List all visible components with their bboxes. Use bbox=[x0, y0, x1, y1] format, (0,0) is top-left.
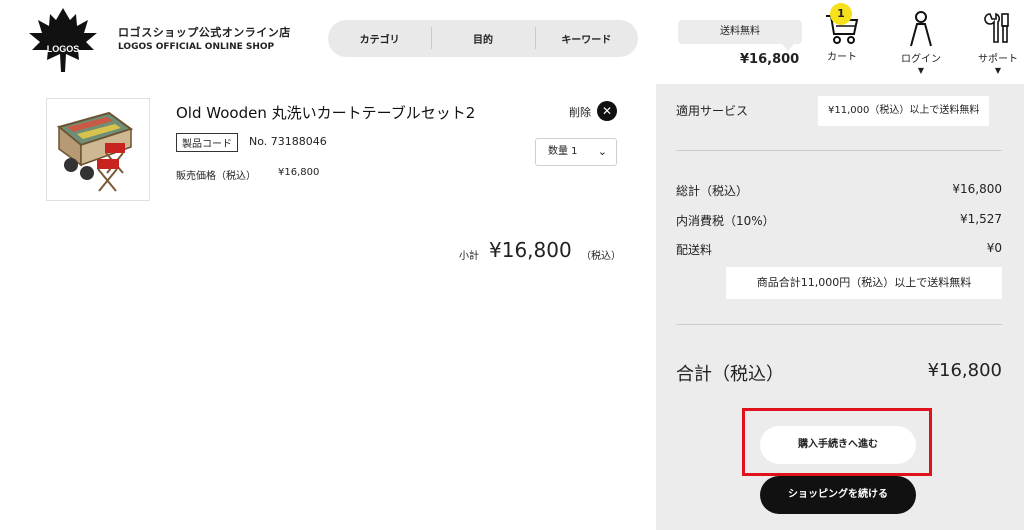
subtotal-label: 小計 bbox=[459, 251, 479, 262]
logos-logo[interactable]: LOGOS bbox=[26, 6, 100, 74]
service-label: 適用サービス bbox=[676, 104, 749, 118]
total-label: 総計（税込） bbox=[676, 184, 749, 198]
cart-label: カート bbox=[827, 52, 857, 63]
quantity-value: 数量 1 bbox=[548, 146, 578, 157]
delete-link[interactable]: 削除 bbox=[569, 104, 591, 120]
tax-label: 内消費税（10%） bbox=[676, 214, 775, 228]
grand-total-label: 合計（税込） bbox=[676, 364, 784, 385]
header-support-link[interactable]: サポート ▼ bbox=[968, 8, 1024, 75]
main-nav: カテゴリ 目的 キーワード bbox=[328, 20, 638, 57]
quantity-select[interactable]: 数量 1 ⌄ bbox=[535, 138, 617, 166]
shipping-value: ¥0 bbox=[986, 241, 1002, 255]
subtotal-tax-note: （税込） bbox=[581, 251, 621, 262]
close-icon[interactable]: ✕ bbox=[597, 101, 617, 121]
header-cart-total: ¥16,800 bbox=[740, 52, 800, 67]
tax-value: ¥1,527 bbox=[960, 212, 1002, 226]
person-icon bbox=[891, 8, 951, 48]
product-code-tag: 製品コード bbox=[176, 133, 238, 152]
shop-name-ja: ロゴスショップ公式オンライン店 bbox=[118, 26, 291, 39]
continue-shopping-button[interactable]: ショッピングを続ける bbox=[760, 476, 916, 514]
nav-purpose[interactable]: 目的 bbox=[431, 27, 534, 49]
checkout-button[interactable]: 購入手続きへ進む bbox=[760, 426, 916, 464]
product-code-number: No. 73188046 bbox=[249, 135, 327, 148]
support-caret: ▼ bbox=[994, 66, 1002, 75]
product-thumbnail[interactable] bbox=[46, 98, 150, 201]
order-summary-panel: 適用サービス ¥11,000（税込）以上で送料無料 総計（税込） ¥16,800… bbox=[656, 84, 1024, 530]
service-note: ¥11,000（税込）以上で送料無料 bbox=[818, 96, 990, 126]
header-login-link[interactable]: ログイン ▼ bbox=[891, 8, 951, 75]
shop-name-en: LOGOS OFFICIAL ONLINE SHOP bbox=[118, 42, 275, 52]
shipping-label: 配送料 bbox=[676, 243, 713, 257]
grand-total-value: ¥16,800 bbox=[927, 360, 1002, 381]
total-value: ¥16,800 bbox=[952, 182, 1002, 196]
chevron-down-icon: ⌄ bbox=[597, 145, 607, 158]
support-label: サポート bbox=[978, 54, 1018, 65]
nav-category[interactable]: カテゴリ bbox=[328, 31, 431, 46]
price-value: ¥16,800 bbox=[278, 167, 320, 178]
divider bbox=[676, 324, 1002, 325]
login-label: ログイン bbox=[901, 54, 941, 65]
product-name[interactable]: Old Wooden 丸洗いカートテーブルセット2 bbox=[176, 102, 475, 123]
nav-keyword[interactable]: キーワード bbox=[534, 27, 638, 49]
logo-text: LOGOS bbox=[47, 44, 80, 54]
cart-count-badge: 1 bbox=[830, 3, 852, 25]
divider bbox=[676, 150, 1002, 151]
login-caret: ▼ bbox=[917, 66, 925, 75]
shipping-note: 商品合計11,000円（税込）以上で送料無料 bbox=[726, 267, 1002, 299]
subtotal-value: ¥16,800 bbox=[489, 238, 572, 262]
free-shipping-badge: 送料無料 bbox=[678, 20, 802, 51]
tools-icon bbox=[968, 8, 1024, 48]
price-label: 販売価格（税込） bbox=[176, 171, 256, 182]
